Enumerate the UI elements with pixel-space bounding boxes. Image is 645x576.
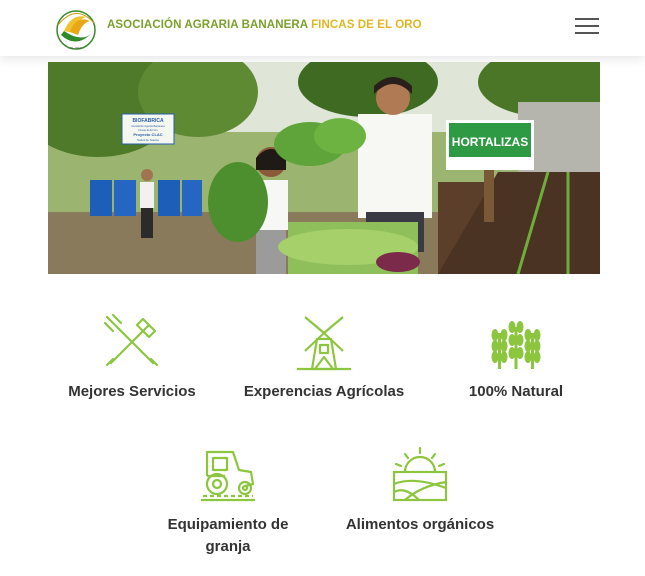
feature-alimentos-organicos: Alimentos orgánicos xyxy=(330,446,510,536)
biofabrica-sign-line-5: Salud de Suelos xyxy=(137,138,159,142)
biofabrica-sign-line-2: Asociación Agraria Bananera xyxy=(131,124,165,128)
feature-mejores-servicios: Mejores Servicios xyxy=(40,313,224,403)
brand-primary: ASOCIACIÓN AGRARIA BANANERA xyxy=(107,19,308,31)
banana-logo-icon[interactable]: EL ORO xyxy=(52,5,100,53)
sun-field-icon xyxy=(392,446,448,502)
wheat-icon xyxy=(491,321,541,369)
hortalizas-sign: HORTALIZAS xyxy=(452,135,528,149)
feature-label: Mejores Servicios xyxy=(68,383,196,400)
feature-experiencias-agricolas: Experencias Agrícolas xyxy=(224,313,424,403)
hero-image: BIOFABRICA Asociación Agraria Bananera F… xyxy=(48,62,600,274)
feature-label: 100% Natural xyxy=(468,383,564,400)
brand-title[interactable]: ASOCIACIÓN AGRARIA BANANERA FINCAS DE EL… xyxy=(107,19,422,31)
brand-secondary: FINCAS DE EL ORO xyxy=(311,19,422,31)
pitchfork-shovel-icon xyxy=(103,313,159,367)
hamburger-menu-icon[interactable] xyxy=(575,18,601,36)
biofabrica-sign-line-4: Proyecto CLAC xyxy=(133,132,162,137)
feature-label: Equipamiento de granja xyxy=(167,516,289,555)
tractor-icon xyxy=(201,450,255,502)
windmill-icon xyxy=(297,316,351,371)
biofabrica-sign-line-1: BIOFABRICA xyxy=(132,118,164,124)
feature-label: Experencias Agrícolas xyxy=(243,383,405,400)
site-header: EL ORO ASOCIACIÓN AGRARIA BANANERA FINCA… xyxy=(0,0,645,56)
feature-label: Alimentos orgánicos xyxy=(345,516,495,533)
feature-equipamiento-de-granja: Equipamiento de granja xyxy=(148,446,308,558)
svg-text:EL ORO: EL ORO xyxy=(70,46,82,50)
feature-100-natural: 100% Natural xyxy=(424,313,608,403)
